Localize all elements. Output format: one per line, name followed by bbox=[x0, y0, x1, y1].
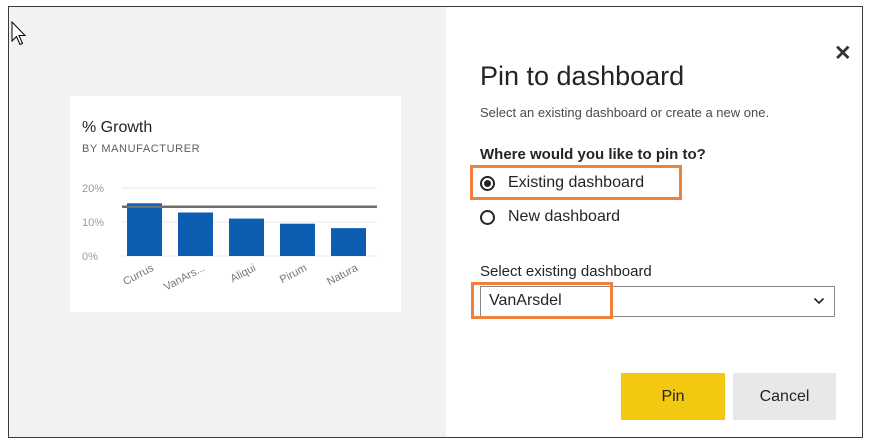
cancel-button[interactable]: Cancel bbox=[733, 373, 836, 420]
dialog-panel: ✕ Pin to dashboard Select an existing da… bbox=[446, 7, 862, 437]
x-tick-label: Currus bbox=[121, 262, 156, 288]
radio-unselected-icon[interactable] bbox=[480, 209, 495, 225]
x-tick-label: Pirum bbox=[278, 262, 309, 286]
y-tick-label: 10% bbox=[82, 217, 104, 229]
x-tick-label: VanArs... bbox=[162, 262, 207, 293]
chevron-down-icon bbox=[813, 297, 825, 305]
bar bbox=[331, 228, 366, 256]
radio-new-label: New dashboard bbox=[508, 208, 621, 225]
preview-panel: % Growth BY MANUFACTURER 20% 10% 0% Currus V… bbox=[9, 7, 446, 437]
mouse-cursor-icon bbox=[11, 21, 27, 46]
pin-location-question: Where would you like to pin to? bbox=[480, 146, 706, 163]
radio-new-dashboard[interactable]: New dashboard bbox=[480, 206, 620, 228]
pin-button[interactable]: Pin bbox=[621, 373, 725, 420]
y-tick-label: 0% bbox=[82, 251, 98, 263]
bar-chart: 20% 10% 0% Currus VanArs... Aliqui Pirum Natura bbox=[82, 183, 377, 294]
bar bbox=[178, 212, 213, 256]
x-tick-label: Aliqui bbox=[229, 262, 258, 285]
bar bbox=[280, 223, 315, 256]
select-dashboard-label: Select existing dashboard bbox=[480, 263, 652, 280]
highlight-box-radio bbox=[470, 165, 682, 200]
x-tick-label: Natura bbox=[325, 262, 361, 289]
bar bbox=[229, 218, 264, 256]
dialog-description: Select an existing dashboard or create a… bbox=[480, 105, 770, 120]
dialog-title: Pin to dashboard bbox=[480, 61, 685, 91]
y-tick-label: 20% bbox=[82, 183, 104, 195]
highlight-box-select bbox=[471, 282, 613, 319]
close-icon[interactable]: ✕ bbox=[834, 43, 852, 64]
bar bbox=[127, 203, 162, 256]
chart-tile: % Growth BY MANUFACTURER 20% 10% 0% Currus V… bbox=[70, 96, 401, 312]
pin-dialog: % Growth BY MANUFACTURER 20% 10% 0% Currus V… bbox=[8, 6, 863, 438]
